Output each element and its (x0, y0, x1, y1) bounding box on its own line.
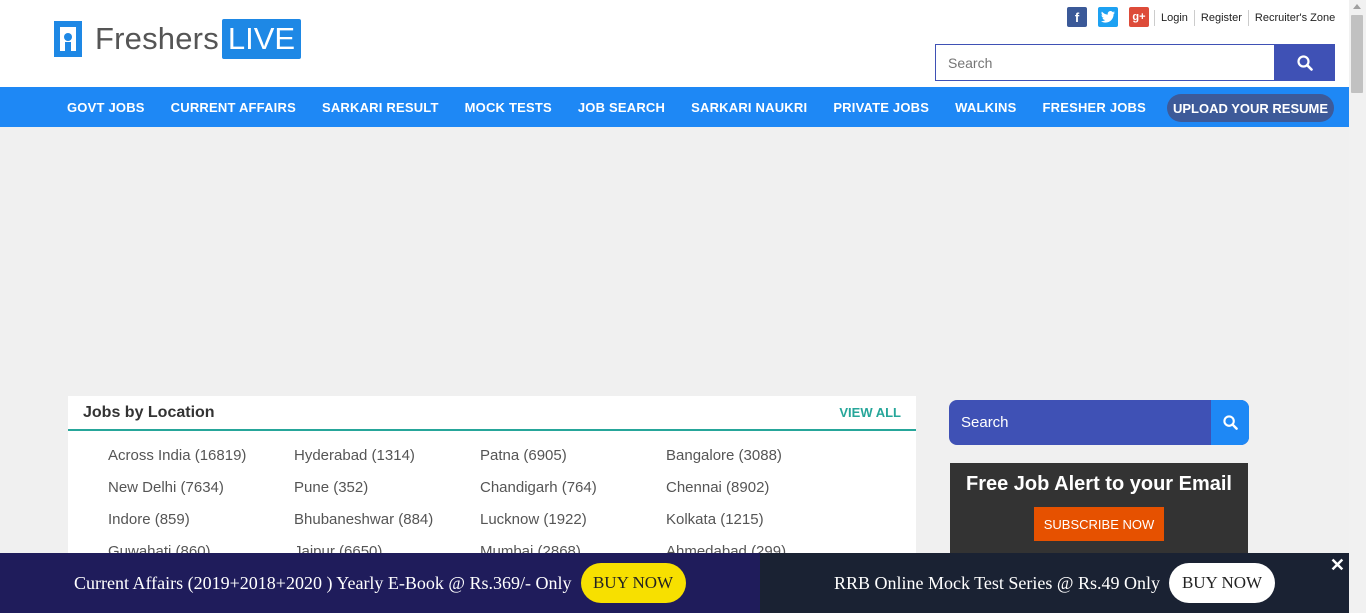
location-link[interactable]: Bangalore (3088) (666, 446, 852, 466)
view-all-link[interactable]: VIEW ALL (839, 405, 901, 420)
search-icon (1222, 415, 1238, 430)
location-link[interactable]: Bhubaneshwar (884) (294, 510, 480, 530)
location-link[interactable]: Chandigarh (764) (480, 478, 666, 498)
location-link[interactable]: Patna (6905) (480, 446, 666, 466)
nav-govt-jobs[interactable]: GOVT JOBS (54, 100, 158, 115)
location-link[interactable]: Across India (16819) (108, 446, 294, 466)
header-search-button[interactable] (1275, 44, 1335, 81)
job-alert-box: Free Job Alert to your Email SUBSCRIBE N… (950, 463, 1248, 563)
search-icon (1297, 54, 1313, 71)
upload-resume-button[interactable]: UPLOAD YOUR RESUME (1167, 94, 1334, 122)
location-link[interactable]: Pune (352) (294, 478, 480, 498)
logo-live-badge: LIVE (221, 19, 302, 59)
promo-left-text: Current Affairs (2019+2018+2020 ) Yearly… (74, 572, 572, 593)
jobs-card-header: Jobs by Location VIEW ALL (68, 396, 916, 431)
google-plus-icon[interactable]: g+ (1129, 7, 1149, 27)
register-link[interactable]: Register (1193, 10, 1248, 26)
job-alert-title: Free Job Alert to your Email (966, 473, 1232, 495)
nav-items: GOVT JOBS CURRENT AFFAIRS SARKARI RESULT… (54, 87, 1159, 127)
top-links: Login Register Recruiter's Zone (1154, 10, 1341, 26)
scroll-thumb[interactable] (1351, 15, 1363, 93)
site-header: Freshers LIVE f g+ Login Register Recrui… (0, 0, 1349, 87)
main-nav: GOVT JOBS CURRENT AFFAIRS SARKARI RESULT… (0, 87, 1349, 127)
social-links: f g+ (1067, 7, 1160, 27)
recruiters-zone-link[interactable]: Recruiter's Zone (1247, 10, 1341, 26)
header-search-input[interactable] (935, 44, 1275, 81)
sidebar-search: Search (949, 400, 1249, 445)
promo-right-text: RRB Online Mock Test Series @ Rs.49 Only (834, 572, 1160, 593)
location-grid: Across India (16819) Hyderabad (1314) Pa… (108, 446, 852, 562)
location-link[interactable]: Chennai (8902) (666, 478, 852, 498)
nav-walkins[interactable]: WALKINS (942, 100, 1029, 115)
scroll-up-arrow-icon[interactable] (1353, 4, 1361, 9)
sidebar-search-input[interactable]: Search (949, 400, 1211, 445)
site-logo[interactable]: Freshers LIVE (53, 19, 302, 59)
buy-now-ebook-button[interactable]: BUY NOW (580, 563, 686, 603)
jobs-card-title: Jobs by Location (83, 404, 215, 421)
nav-mock-tests[interactable]: MOCK TESTS (452, 100, 565, 115)
nav-sarkari-result[interactable]: SARKARI RESULT (309, 100, 452, 115)
subscribe-button[interactable]: SUBSCRIBE NOW (1034, 507, 1164, 541)
logo-mark-icon (53, 19, 89, 59)
close-icon[interactable]: ✕ (1330, 555, 1345, 576)
location-link[interactable]: New Delhi (7634) (108, 478, 294, 498)
nav-fresher-jobs[interactable]: FRESHER JOBS (1029, 100, 1159, 115)
login-link[interactable]: Login (1154, 10, 1194, 26)
logo-text: Freshers (95, 21, 219, 56)
location-link[interactable]: Indore (859) (108, 510, 294, 530)
nav-private-jobs[interactable]: PRIVATE JOBS (820, 100, 942, 115)
location-link[interactable]: Lucknow (1922) (480, 510, 666, 530)
location-link[interactable]: Hyderabad (1314) (294, 446, 480, 466)
nav-job-search[interactable]: JOB SEARCH (565, 100, 678, 115)
buy-now-mock-test-button[interactable]: BUY NOW (1169, 563, 1275, 603)
promo-bar: Current Affairs (2019+2018+2020 ) Yearly… (0, 553, 1349, 613)
twitter-icon[interactable] (1098, 7, 1118, 27)
nav-sarkari-naukri[interactable]: SARKARI NAUKRI (678, 100, 820, 115)
nav-current-affairs[interactable]: CURRENT AFFAIRS (158, 100, 309, 115)
promo-left: Current Affairs (2019+2018+2020 ) Yearly… (0, 553, 760, 613)
facebook-icon[interactable]: f (1067, 7, 1087, 27)
sidebar-search-button[interactable] (1211, 400, 1249, 445)
promo-right: RRB Online Mock Test Series @ Rs.49 Only… (760, 553, 1349, 613)
header-search (935, 44, 1335, 81)
location-link[interactable]: Kolkata (1215) (666, 510, 852, 530)
page-scrollbar[interactable] (1349, 0, 1366, 613)
